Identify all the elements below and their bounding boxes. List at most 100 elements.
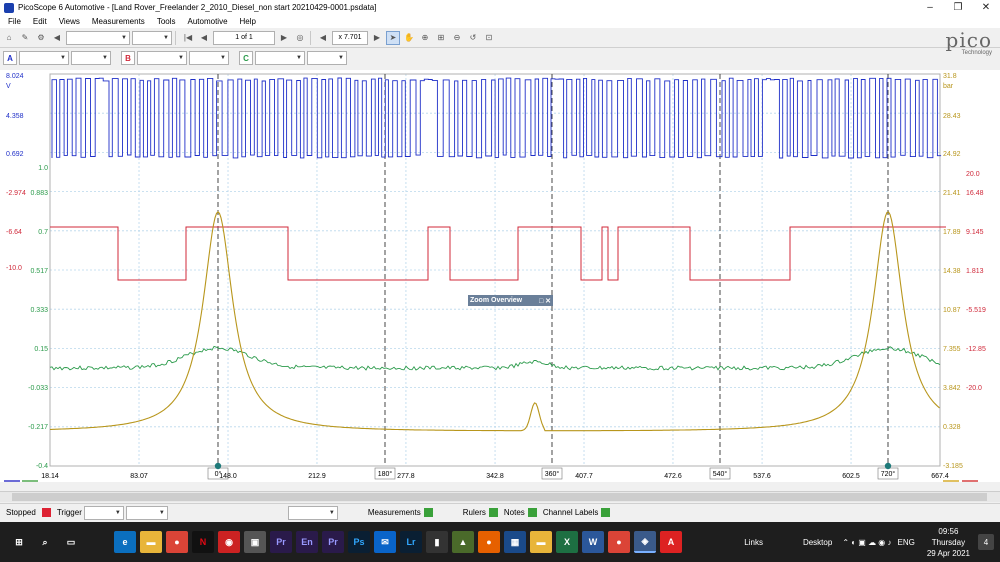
system-tray: Links Desktop ⌃ ◐ ▣ ☁ ◉ ♪ ENG 09:56 Thur… bbox=[744, 522, 1000, 562]
prev-arrow-icon[interactable]: ◀ bbox=[50, 31, 64, 45]
chrome-icon[interactable]: ● bbox=[166, 531, 188, 553]
zoom-fit-icon[interactable]: ⊡ bbox=[482, 31, 496, 45]
menu-tools[interactable]: Tools bbox=[157, 17, 176, 26]
close-button[interactable]: ✕ bbox=[972, 0, 1000, 15]
zoom-overview-panel[interactable]: Zoom Overview □ ✕ bbox=[468, 295, 553, 306]
netflix-icon[interactable]: N bbox=[192, 531, 214, 553]
channel-c-coupling[interactable]: ▼ bbox=[307, 51, 347, 65]
notification-icon[interactable]: 4 bbox=[978, 534, 994, 550]
run-status: Stopped bbox=[6, 508, 36, 517]
channel-labels-icon[interactable] bbox=[601, 508, 611, 517]
start-icon[interactable]: ⊞ bbox=[8, 531, 30, 553]
timebase-select[interactable]: ▼ bbox=[66, 30, 130, 45]
trigger-channel-select[interactable]: ▼ bbox=[125, 505, 168, 520]
ruler-marker bbox=[884, 462, 892, 470]
rulers-icon[interactable] bbox=[488, 508, 498, 517]
menu-bar: File Edit Views Measurements Tools Autom… bbox=[0, 15, 1000, 28]
folder-icon[interactable]: ▬ bbox=[530, 531, 552, 553]
samples-select[interactable]: ▼ bbox=[132, 30, 172, 45]
maximize-button[interactable]: ❐ bbox=[944, 0, 972, 15]
channel-b-range[interactable]: ▼ bbox=[137, 51, 187, 65]
main-toolbar: ⌂ ✎ ⚙ ◀ ▼ ▼ |◀ ◀ 1 of 1 ▶ ◎ ◀ x 7.701 ▶ … bbox=[0, 28, 1000, 48]
photos-icon[interactable]: ▣ bbox=[244, 531, 266, 553]
restore-icon[interactable]: □ bbox=[539, 298, 543, 305]
menu-measurements[interactable]: Measurements bbox=[92, 17, 145, 26]
app-icon-dark[interactable]: ▮ bbox=[426, 531, 448, 553]
compass-icon[interactable]: ◎ bbox=[293, 31, 307, 45]
minimize-button[interactable]: – bbox=[916, 0, 944, 15]
add-measurement-icon[interactable] bbox=[423, 508, 433, 517]
photoshop-icon[interactable]: Ps bbox=[348, 531, 370, 553]
series-d-line bbox=[50, 210, 940, 432]
y-tick-red-right: -20.0 bbox=[966, 385, 982, 392]
search-icon[interactable]: ⌕ bbox=[34, 531, 56, 553]
menu-edit[interactable]: Edit bbox=[33, 17, 47, 26]
zoom-in-icon[interactable]: ⊕ bbox=[418, 31, 432, 45]
app-icon-green[interactable]: ▲ bbox=[452, 531, 474, 553]
chrome-2-icon[interactable]: ● bbox=[608, 531, 630, 553]
menu-automotive[interactable]: Automotive bbox=[188, 17, 228, 26]
language-indicator[interactable]: ENG bbox=[898, 538, 915, 547]
channel-b-button[interactable]: B bbox=[121, 51, 135, 65]
tray-icons[interactable]: ⌃ ◐ ▣ ☁ ◉ ♪ bbox=[842, 538, 891, 547]
channel-a-coupling[interactable]: ▼ bbox=[71, 51, 111, 65]
zoom-prev-icon[interactable]: ◀ bbox=[316, 31, 330, 45]
calculator-icon[interactable]: ▦ bbox=[504, 531, 526, 553]
hand-icon[interactable]: ✋ bbox=[402, 31, 416, 45]
menu-views[interactable]: Views bbox=[59, 17, 80, 26]
word-icon[interactable]: W bbox=[582, 531, 604, 553]
encoder-icon[interactable]: En bbox=[296, 531, 318, 553]
zoom-out-icon[interactable]: ⊖ bbox=[450, 31, 464, 45]
trigger-level[interactable]: ▼ bbox=[287, 505, 338, 520]
menu-help[interactable]: Help bbox=[240, 17, 256, 26]
prev-page-icon[interactable]: ◀ bbox=[197, 31, 211, 45]
links-toolbar[interactable]: Links bbox=[744, 538, 763, 547]
desktop-toolbar[interactable]: Desktop bbox=[803, 538, 832, 547]
channel-a-button[interactable]: A bbox=[3, 51, 17, 65]
lightroom-icon[interactable]: Lr bbox=[400, 531, 422, 553]
premiere-pro-icon[interactable]: Pr bbox=[322, 531, 344, 553]
picoscope-icon[interactable]: ◈ bbox=[634, 531, 656, 553]
zoom-next-icon[interactable]: ▶ bbox=[370, 31, 384, 45]
close-icon[interactable]: ✕ bbox=[545, 298, 551, 305]
y-tick-gold: 3.842 bbox=[943, 385, 961, 392]
mail-icon[interactable]: ✉ bbox=[374, 531, 396, 553]
y-tick-red-right: -5.519 bbox=[966, 307, 986, 314]
notes-icon[interactable] bbox=[527, 508, 537, 517]
channel-c-range[interactable]: ▼ bbox=[255, 51, 305, 65]
acrobat-icon[interactable]: A bbox=[660, 531, 682, 553]
y-tick-green: 0.883 bbox=[30, 190, 48, 197]
app-icon-red[interactable]: ◉ bbox=[218, 531, 240, 553]
task-view-icon[interactable]: ▭ bbox=[60, 531, 82, 553]
y-tick-gold: 0.328 bbox=[943, 424, 961, 431]
horizontal-scrollbar[interactable] bbox=[0, 491, 1000, 502]
stop-icon[interactable] bbox=[41, 508, 51, 517]
menu-file[interactable]: File bbox=[8, 17, 21, 26]
scope-chart[interactable]: 0° 180° 360° 540° 720° 8.024V4.3580.692-2.97… bbox=[0, 70, 1000, 482]
premiere-icon[interactable]: Pr bbox=[270, 531, 292, 553]
scope-view[interactable]: 0° 180° 360° 540° 720° 8.024 V 4.358 0.692 -2.97… bbox=[0, 70, 1000, 482]
zoom-area-icon[interactable]: ⊞ bbox=[434, 31, 448, 45]
x-tick-label: 342.8 bbox=[486, 473, 504, 480]
channel-a-range[interactable]: ▼ bbox=[19, 51, 69, 65]
first-page-icon[interactable]: |◀ bbox=[181, 31, 195, 45]
next-page-icon[interactable]: ▶ bbox=[277, 31, 291, 45]
pointer-icon[interactable]: ➤ bbox=[386, 30, 400, 45]
y-tick-red: -10.0 bbox=[6, 265, 22, 272]
clock[interactable]: 09:56 Thursday 29 Apr 2021 bbox=[927, 526, 970, 559]
channel-b-coupling[interactable]: ▼ bbox=[189, 51, 229, 65]
undo-zoom-icon[interactable]: ↺ bbox=[466, 31, 480, 45]
settings-icon[interactable]: ⚙ bbox=[34, 31, 48, 45]
explorer-icon[interactable]: ▬ bbox=[140, 531, 162, 553]
home-icon[interactable]: ⌂ bbox=[2, 31, 16, 45]
probe-icon[interactable]: ✎ bbox=[18, 31, 32, 45]
edge-icon[interactable]: e bbox=[114, 531, 136, 553]
channel-c-button[interactable]: C bbox=[239, 51, 253, 65]
scrollbar-thumb[interactable] bbox=[12, 493, 987, 501]
trigger-mode-select[interactable]: ▼ bbox=[83, 505, 124, 520]
firefox-icon[interactable]: ● bbox=[478, 531, 500, 553]
excel-icon[interactable]: X bbox=[556, 531, 578, 553]
channel-labels-label: Channel Labels bbox=[542, 508, 599, 517]
status-bar: Stopped Trigger ▼ ▼ ▼ Measurements Ruler… bbox=[0, 503, 1000, 521]
x-tick-label: 602.5 bbox=[842, 473, 860, 480]
